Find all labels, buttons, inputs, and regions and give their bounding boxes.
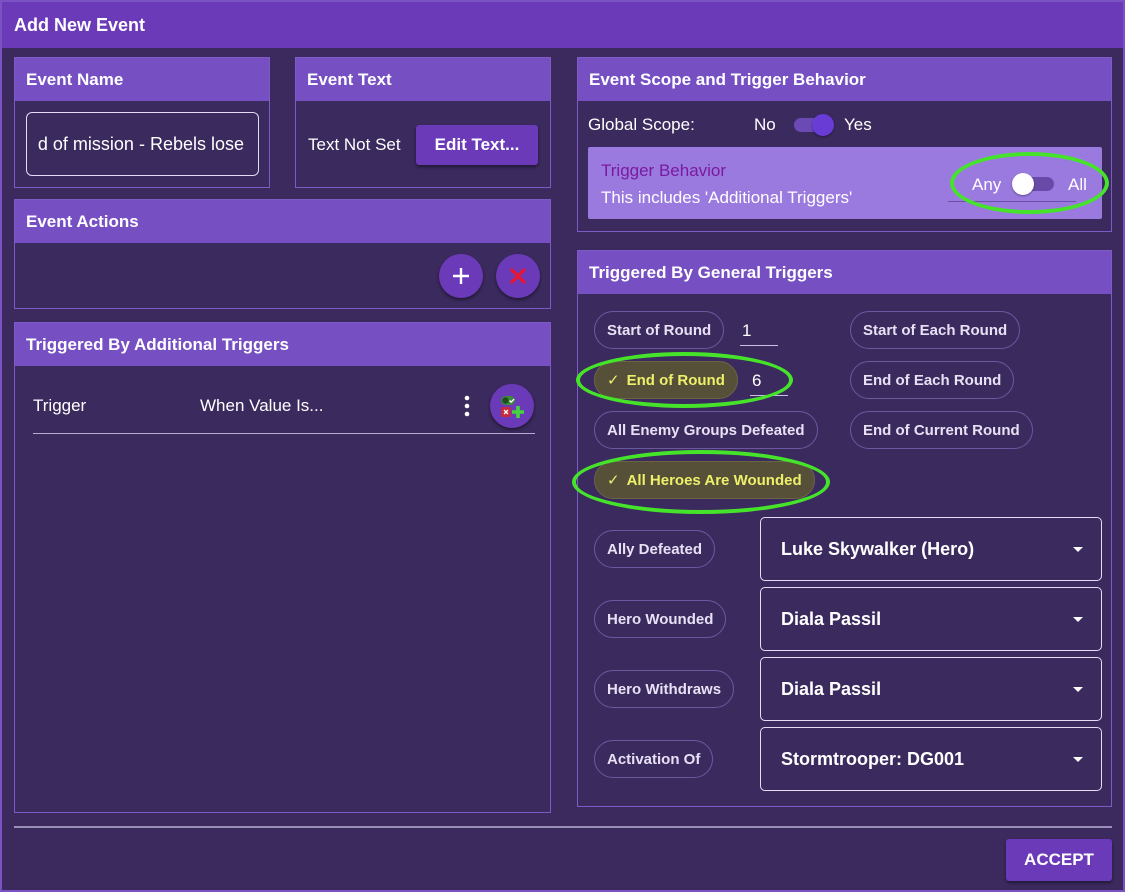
add-trigger-button[interactable] bbox=[490, 384, 534, 428]
chip-end-of-round-label: End of Round bbox=[626, 371, 725, 389]
ally-defeated-select[interactable]: Luke Skywalker (Hero) bbox=[760, 517, 1102, 581]
chip-start-of-round[interactable]: Start of Round bbox=[594, 311, 725, 349]
chip-start-of-each-round[interactable]: Start of Each Round bbox=[850, 311, 1021, 349]
additional-triggers-panel: Triggered By Additional Triggers Trigger… bbox=[14, 322, 551, 813]
hero-wounded-select-value: Diala Passil bbox=[781, 608, 882, 629]
trigger-row-divider bbox=[33, 433, 535, 434]
close-icon bbox=[510, 268, 526, 284]
chevron-down-icon bbox=[1073, 617, 1083, 622]
chip-activation-of-label: Activation Of bbox=[607, 750, 701, 768]
trigger-behavior-box: Trigger Behavior This includes 'Addition… bbox=[588, 147, 1102, 219]
event-name-heading: Event Name bbox=[15, 58, 269, 101]
add-trigger-icon bbox=[501, 396, 524, 418]
chip-end-of-round[interactable]: ✓ End of Round bbox=[594, 361, 738, 399]
chip-hero-wounded[interactable]: Hero Wounded bbox=[594, 600, 727, 638]
chip-all-heroes-are-wounded-label: All Heroes Are Wounded bbox=[626, 471, 802, 489]
global-scope-toggle-knob bbox=[812, 114, 834, 136]
trigger-column-header: Trigger bbox=[33, 396, 87, 415]
ally-defeated-select-value: Luke Skywalker (Hero) bbox=[781, 538, 975, 559]
footer-divider bbox=[14, 826, 1112, 828]
end-of-round-number[interactable]: 6 bbox=[750, 366, 788, 396]
dialog-title: Add New Event bbox=[2, 2, 1123, 48]
chip-activation-of[interactable]: Activation Of bbox=[594, 740, 714, 778]
start-of-round-number[interactable]: 1 bbox=[740, 316, 778, 346]
chip-all-heroes-are-wounded[interactable]: ✓ All Heroes Are Wounded bbox=[594, 461, 815, 499]
hero-withdraws-select-value: Diala Passil bbox=[781, 678, 882, 699]
chip-end-of-current-round-label: End of Current Round bbox=[863, 421, 1020, 439]
event-name-input[interactable]: d of mission - Rebels lose bbox=[26, 112, 259, 176]
event-actions-heading: Event Actions bbox=[15, 200, 550, 243]
activation-of-select[interactable]: Stormtrooper: DG001 bbox=[760, 727, 1102, 791]
scope-panel: Event Scope and Trigger Behavior Global … bbox=[577, 57, 1112, 232]
add-event-dialog: Add New Event Event Name d of mission - … bbox=[0, 0, 1125, 892]
trigger-behavior-toggle[interactable] bbox=[1012, 171, 1056, 197]
global-scope-no-label: No bbox=[754, 115, 776, 134]
chip-ally-defeated[interactable]: Ally Defeated bbox=[594, 530, 716, 568]
event-name-panel: Event Name d of mission - Rebels lose bbox=[14, 57, 270, 188]
chip-start-of-round-label: Start of Round bbox=[607, 321, 712, 339]
behavior-all-label: All bbox=[1068, 175, 1087, 194]
trigger-behavior-title: Trigger Behavior bbox=[601, 161, 727, 180]
event-text-status: Text Not Set bbox=[308, 135, 401, 154]
event-text-panel: Event Text Text Not Set Edit Text... bbox=[295, 57, 551, 188]
chevron-down-icon bbox=[1073, 687, 1083, 692]
behavior-any-label: Any bbox=[972, 175, 1002, 194]
event-text-heading: Event Text bbox=[296, 58, 550, 101]
chip-end-of-each-round[interactable]: End of Each Round bbox=[850, 361, 1015, 399]
global-scope-yes-label: Yes bbox=[844, 115, 872, 134]
chip-ally-defeated-label: Ally Defeated bbox=[607, 540, 703, 558]
remove-action-button[interactable] bbox=[496, 254, 540, 298]
hero-withdraws-select[interactable]: Diala Passil bbox=[760, 657, 1102, 721]
hero-wounded-select[interactable]: Diala Passil bbox=[760, 587, 1102, 651]
chevron-down-icon bbox=[1073, 757, 1083, 762]
trigger-behavior-desc: This includes 'Additional Triggers' bbox=[601, 188, 853, 207]
accept-button[interactable]: ACCEPT bbox=[1006, 839, 1112, 881]
additional-triggers-heading: Triggered By Additional Triggers bbox=[15, 323, 550, 366]
general-triggers-panel: Triggered By General Triggers Start of R… bbox=[577, 250, 1112, 807]
plus-icon bbox=[453, 268, 469, 284]
edit-text-button[interactable]: Edit Text... bbox=[416, 125, 538, 165]
add-action-button[interactable] bbox=[439, 254, 483, 298]
event-actions-panel: Event Actions bbox=[14, 199, 551, 309]
behavior-box-divider bbox=[948, 201, 1076, 202]
chip-hero-wounded-label: Hero Wounded bbox=[607, 610, 714, 628]
more-options-icon[interactable] bbox=[463, 395, 471, 417]
value-column-header: When Value Is... bbox=[200, 396, 324, 415]
chip-end-of-current-round[interactable]: End of Current Round bbox=[850, 411, 1033, 449]
chip-all-enemy-groups-defeated-label: All Enemy Groups Defeated bbox=[607, 421, 805, 439]
chip-hero-withdraws[interactable]: Hero Withdraws bbox=[594, 670, 735, 708]
check-icon: ✓ bbox=[607, 472, 620, 489]
global-scope-label: Global Scope: bbox=[588, 115, 695, 134]
global-scope-toggle[interactable] bbox=[792, 112, 836, 138]
check-icon: ✓ bbox=[607, 372, 620, 389]
chevron-down-icon bbox=[1073, 547, 1083, 552]
chip-all-enemy-groups-defeated[interactable]: All Enemy Groups Defeated bbox=[594, 411, 818, 449]
chip-end-of-each-round-label: End of Each Round bbox=[863, 371, 1002, 389]
activation-of-select-value: Stormtrooper: DG001 bbox=[781, 748, 965, 769]
chip-start-of-each-round-label: Start of Each Round bbox=[863, 321, 1008, 339]
scope-heading: Event Scope and Trigger Behavior bbox=[578, 58, 1111, 101]
behavior-toggle-knob bbox=[1012, 173, 1034, 195]
general-triggers-heading: Triggered By General Triggers bbox=[578, 251, 1111, 294]
chip-hero-withdraws-label: Hero Withdraws bbox=[607, 680, 722, 698]
